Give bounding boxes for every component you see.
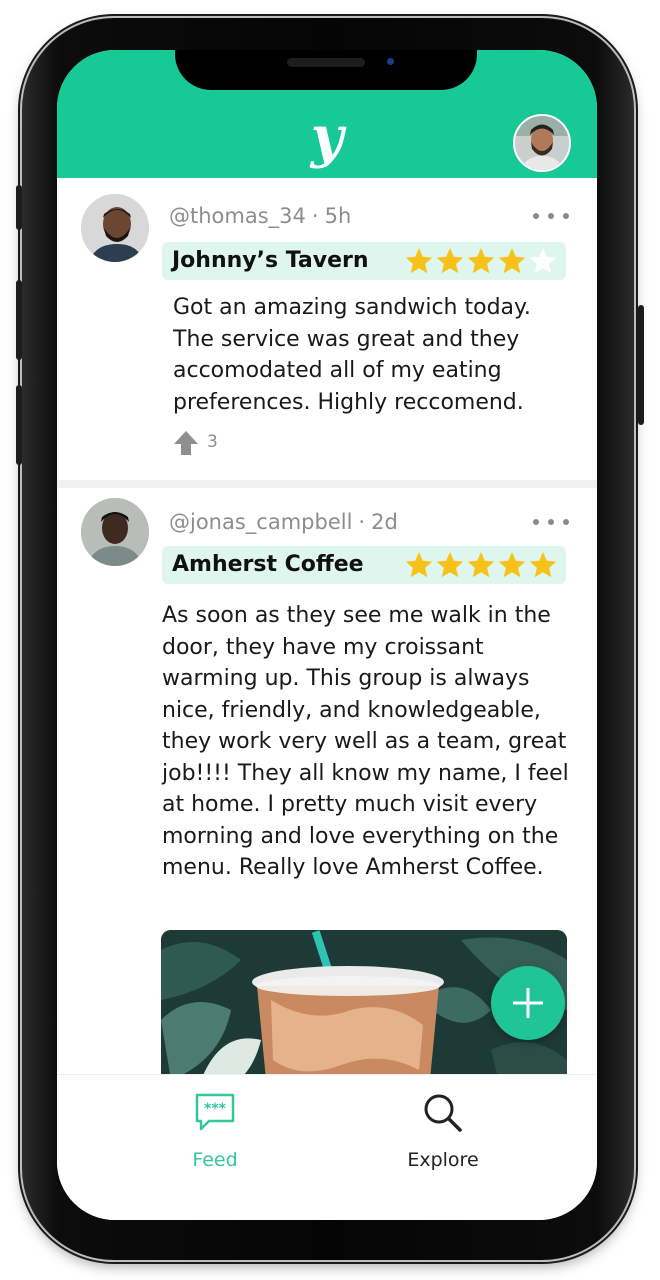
chat-bubble-icon: *** — [195, 1093, 235, 1131]
user-avatar[interactable] — [81, 498, 149, 566]
more-horizontal-icon — [533, 519, 539, 525]
meta-separator: · — [358, 510, 366, 534]
star-filled-icon — [498, 248, 526, 274]
earpiece-speaker — [287, 58, 365, 67]
place-name[interactable]: Johnny’s Tavern — [172, 248, 369, 273]
place-name[interactable]: Amherst Coffee — [172, 552, 364, 577]
username[interactable]: @thomas_34 — [169, 204, 306, 228]
meta-separator: · — [311, 204, 319, 228]
post-divider — [57, 480, 597, 488]
star-rating — [403, 246, 558, 276]
upvote-count: 3 — [207, 432, 218, 452]
star-filled-icon — [467, 248, 495, 274]
star-filled-icon — [436, 552, 464, 578]
plus-icon — [513, 988, 543, 1018]
arrow-up-icon — [174, 431, 198, 455]
more-dot — [563, 519, 569, 525]
add-review-button[interactable] — [491, 966, 565, 1040]
nav-explore-label: Explore — [407, 1149, 479, 1171]
nav-feed-label: Feed — [192, 1149, 238, 1171]
silent-switch — [16, 185, 22, 230]
front-camera — [387, 58, 394, 65]
more-dot — [548, 519, 554, 525]
user-avatar[interactable] — [81, 194, 149, 262]
star-filled-icon — [529, 552, 557, 578]
star-filled-icon — [467, 552, 495, 578]
bottom-nav: *** Feed Explore — [57, 1074, 597, 1220]
timestamp: 5h — [324, 204, 352, 228]
more-options-button[interactable] — [533, 512, 569, 532]
star-filled-icon — [405, 552, 433, 578]
star-filled-icon — [405, 248, 433, 274]
place-rating-bar[interactable]: Amherst Coffee — [162, 546, 566, 584]
star-filled-icon — [436, 248, 464, 274]
more-dot — [548, 213, 554, 219]
review-text: As soon as they see me walk in the door,… — [162, 603, 569, 880]
app-logo[interactable]: y — [287, 102, 367, 172]
place-rating-bar[interactable]: Johnny’s Tavern — [162, 242, 566, 280]
svg-text:***: *** — [204, 1101, 227, 1117]
star-filled-icon — [498, 552, 526, 578]
profile-avatar[interactable] — [513, 114, 571, 172]
timestamp: 2d — [371, 510, 398, 534]
review-feed[interactable]: @thomas_34 · 5h Johnny’s Tavern Got an ama… — [57, 178, 597, 1074]
more-dot — [563, 213, 569, 219]
nav-explore-tab[interactable]: Explore — [373, 1091, 513, 1181]
post-meta: @jonas_campbell · 2d — [169, 510, 398, 534]
power-button — [638, 305, 644, 425]
upvote-button[interactable] — [173, 430, 199, 456]
star-empty-icon — [529, 248, 557, 274]
notch — [175, 50, 477, 90]
phone-screen: y @thomas_34 · 5h Johnny’s Tavern Got an… — [57, 50, 597, 1220]
volume-up-button — [16, 280, 22, 360]
review-text: Got an amazing sandwich today. The servi… — [173, 295, 531, 415]
more-horizontal-icon — [533, 213, 539, 219]
volume-down-button — [16, 385, 22, 465]
review-post: @thomas_34 · 5h Johnny’s Tavern Got an ama… — [57, 178, 597, 480]
star-rating — [403, 550, 558, 580]
nav-feed-tab[interactable]: *** Feed — [145, 1091, 285, 1181]
username[interactable]: @jonas_campbell — [169, 510, 352, 534]
search-icon — [424, 1094, 462, 1132]
post-meta: @thomas_34 · 5h — [169, 204, 351, 228]
more-options-button[interactable] — [533, 206, 569, 226]
